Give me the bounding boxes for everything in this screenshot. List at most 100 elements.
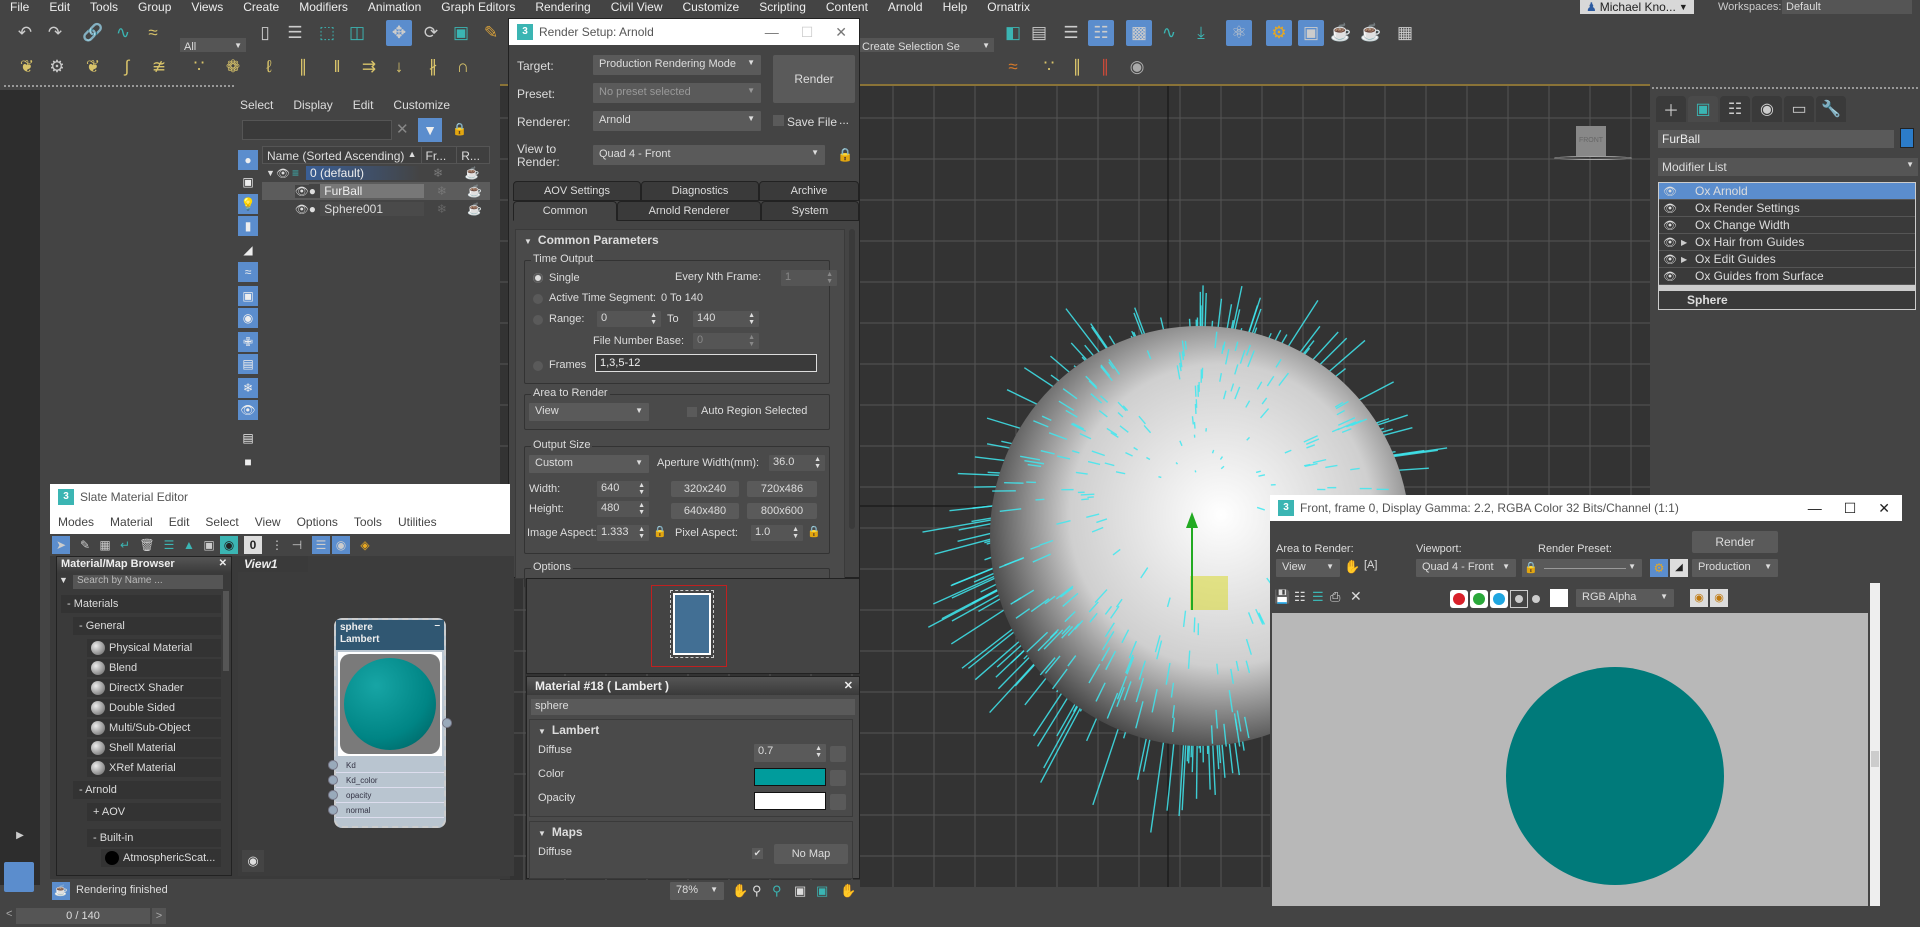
sample-slots-icon[interactable]: 0 [244, 536, 262, 554]
opacity-swatch[interactable] [754, 792, 826, 810]
copy-image-icon[interactable]: ☷ [1294, 589, 1306, 605]
modifier-item[interactable]: 👁 Ox Arnold [1659, 183, 1915, 200]
move-children-icon[interactable]: ☰ [160, 536, 178, 554]
group-aov[interactable]: + AOV [87, 803, 221, 821]
layer-explorer-icon[interactable]: ☷ [1088, 20, 1114, 46]
lock-pixel-aspect-icon[interactable]: 🔒 [807, 525, 821, 538]
spinner-arrows-icon[interactable]: ▲ ▼ [638, 502, 645, 516]
zoom-dropdown[interactable]: 78% ▼ [670, 882, 724, 900]
menu-graph-editors[interactable]: Graph Editors [431, 0, 525, 14]
se-menu-edit[interactable]: Edit [353, 98, 374, 112]
node-input[interactable]: normal [328, 803, 444, 818]
aperture-spinner[interactable]: 36.0 ▲ ▼ [769, 455, 825, 471]
toggle-ui-icon[interactable]: ◉ [1710, 589, 1728, 607]
clear-search-icon[interactable]: ✕ [396, 120, 409, 138]
auto-region-icon[interactable]: [A] [1364, 559, 1377, 571]
rollout-header[interactable]: ▼ Common Parameters [516, 230, 844, 248]
slate-menu-view[interactable]: View [255, 515, 281, 529]
zoom-extents-selected-icon[interactable]: ▣ [816, 883, 828, 899]
group-arnold[interactable]: - Arnold [73, 781, 221, 799]
eye-icon[interactable]: 👁 [1659, 270, 1681, 283]
spinner-arrows-icon[interactable]: ▲ ▼ [638, 482, 645, 496]
ornatrix-braid-icon[interactable]: ≈ [1000, 54, 1026, 80]
render-mode-dropdown[interactable]: Production ▼ [1692, 559, 1778, 577]
close-icon[interactable]: ✕ [1878, 500, 1890, 517]
select-tool-icon[interactable]: ➤ [52, 536, 70, 554]
rotate-icon[interactable]: ⟳ [418, 20, 444, 46]
browse-output-button[interactable]: ... [839, 113, 849, 127]
input-socket[interactable] [328, 790, 338, 800]
browser-search-input[interactable]: Search by Name ... [73, 575, 223, 589]
display-lights-icon[interactable]: 💡 [238, 194, 258, 214]
node-input[interactable]: Kd [328, 758, 444, 773]
workspace-select[interactable]: Default [1782, 0, 1912, 14]
se-menu-display[interactable]: Display [293, 98, 332, 112]
material-name-input[interactable]: sphere [531, 699, 855, 715]
prev-frame-button[interactable]: < [6, 908, 16, 924]
menu-file[interactable]: File [0, 0, 39, 14]
gizmo-plane[interactable] [1190, 576, 1228, 610]
placement-icon[interactable]: ✎ [478, 20, 504, 46]
expand-icon[interactable]: ▶ [1681, 238, 1695, 247]
unlink-icon[interactable]: ∿ [110, 20, 136, 46]
ornatrix-push-icon[interactable]: ∦ [420, 54, 446, 80]
user-account-button[interactable]: ♟ Michael Kno... ▼ [1580, 0, 1694, 14]
assign-material-icon[interactable]: ↵ [116, 536, 134, 554]
table-row[interactable]: ▼ 👁 ≡ 0 (default) ❄ ☕ [262, 164, 490, 182]
material-item[interactable]: Blend [87, 659, 221, 677]
slate-menu-material[interactable]: Material [110, 515, 153, 529]
display-bones-icon[interactable]: ✙ [238, 332, 258, 352]
renderer-dropdown[interactable]: Arnold ▼ [593, 111, 761, 131]
freeze-icon[interactable]: ❄ [424, 202, 459, 216]
move-icon[interactable]: ✥ [386, 20, 412, 46]
material-node[interactable]: sphere Lambert – Kd Kd_color opacity normal [328, 618, 452, 828]
modifier-item[interactable]: 👁 Ox Change Width [1659, 217, 1915, 234]
modifier-item[interactable]: 👁 ▶ Ox Edit Guides [1659, 251, 1915, 268]
modifier-list-dropdown[interactable]: Modifier List ▼ [1658, 158, 1918, 176]
ornatrix-hair-icon[interactable]: ❦ [14, 54, 40, 80]
render-preset-dropdown[interactable]: ▼ [1538, 559, 1642, 577]
modifier-item[interactable]: 👁 Ox Render Settings [1659, 200, 1915, 217]
scene-search-input[interactable] [242, 120, 392, 140]
material-map-browser-icon[interactable]: ☰ [312, 536, 330, 554]
display-shapes-icon[interactable]: ▣ [238, 172, 258, 192]
red-channel-toggle[interactable] [1450, 590, 1468, 608]
background-icon[interactable]: ▣ [200, 536, 218, 554]
minimize-icon[interactable]: — [765, 24, 779, 41]
spinner-arrows-icon[interactable]: ▲ ▼ [638, 526, 645, 540]
channel-dropdown[interactable]: RGB Alpha ▼ [1576, 589, 1674, 607]
viewcube[interactable]: FRONT [1576, 126, 1606, 156]
maximize-icon[interactable]: ☐ [1844, 500, 1857, 517]
select-by-material-icon[interactable]: ◈ [356, 536, 374, 554]
filter-icon[interactable]: ▼ [418, 118, 442, 142]
preset-dropdown[interactable]: No preset selected ▼ [593, 83, 761, 103]
viewport-dropdown[interactable]: Quad 4 - Front ▼ [1416, 559, 1516, 577]
tab-system[interactable]: System [761, 201, 859, 221]
eye-icon[interactable]: 👁 [1659, 202, 1681, 215]
mirror-icon[interactable]: ◧ [1000, 20, 1026, 46]
width-spinner[interactable]: 640 ▲ ▼ [597, 481, 649, 497]
color-swatch[interactable] [754, 768, 826, 786]
ornatrix-ground-icon[interactable]: ⇉ [356, 54, 382, 80]
maps-diffuse-checkbox[interactable]: ✔ [752, 848, 763, 859]
view-to-render-dropdown[interactable]: Quad 4 - Front ▼ [593, 145, 825, 165]
window-crossing-icon[interactable]: ◫ [344, 20, 370, 46]
group-builtin[interactable]: - Built-in [87, 829, 221, 847]
rollout-header[interactable]: ▼ Maps [530, 822, 852, 842]
display-frozen-icon[interactable]: ❄ [238, 378, 258, 398]
output-size-dropdown[interactable]: Custom ▼ [529, 455, 649, 473]
monochrome-toggle[interactable] [1532, 595, 1540, 603]
checker-icon[interactable]: ◉ [220, 536, 238, 554]
renderable-icon[interactable]: ☕ [456, 166, 488, 180]
menu-views[interactable]: Views [181, 0, 233, 14]
rect-selection-icon[interactable]: ⬚ [314, 20, 340, 46]
renderable-icon[interactable]: ☕ [459, 184, 490, 198]
print-icon[interactable]: ⎙ [1330, 589, 1340, 605]
input-socket[interactable] [328, 775, 338, 785]
time-slider-thumb[interactable]: 0 / 140 [16, 908, 150, 924]
edit-region-icon[interactable]: ✋ [1344, 559, 1360, 575]
binoculars-icon[interactable]: ◉ [242, 850, 264, 872]
material-item[interactable]: Shell Material [87, 739, 221, 757]
preset-320x240-button[interactable]: 320x240 [671, 481, 739, 497]
close-icon[interactable]: ✕ [219, 558, 227, 569]
